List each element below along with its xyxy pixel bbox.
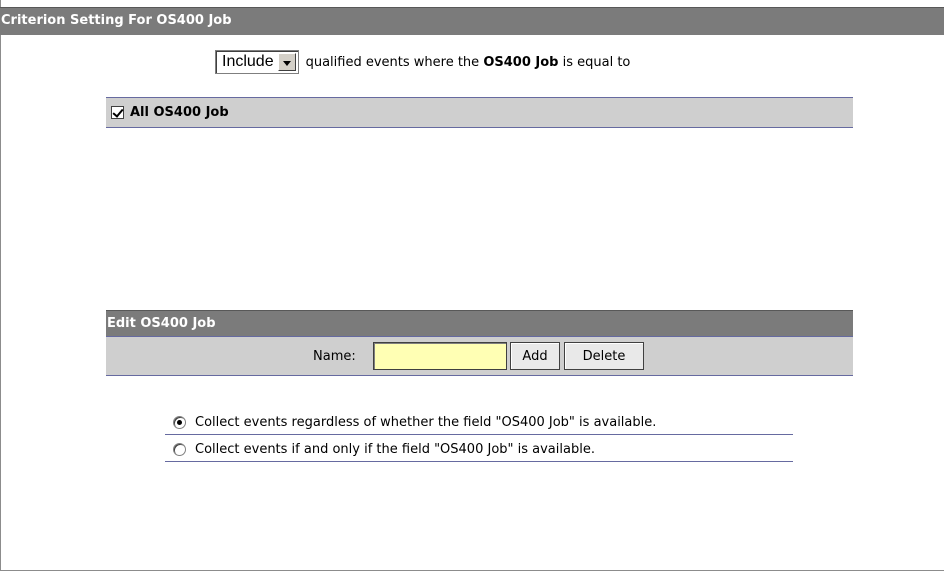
collect-option-only-if[interactable]: Collect events if and only if the field …	[165, 437, 793, 462]
criteria-field-name: OS400 Job	[483, 54, 559, 70]
criteria-sentence: Include qualified events where the OS400…	[215, 50, 630, 74]
collect-option-regardless[interactable]: Collect events regardless of whether the…	[165, 410, 793, 435]
page-title: Criterion Setting For OS400 Job	[0, 7, 944, 35]
operator-select-value: Include	[222, 53, 274, 70]
criteria-text-after: is equal to	[562, 54, 631, 70]
criteria-text: qualified events where the OS400 Job is …	[306, 55, 631, 70]
operator-select[interactable]: Include	[215, 50, 299, 74]
add-button[interactable]: Add	[510, 342, 560, 370]
radio-only-if-label: Collect events if and only if the field …	[195, 441, 595, 457]
edit-row: Name: Add Delete	[106, 336, 853, 376]
name-input[interactable]	[373, 342, 507, 370]
all-checkbox-label: All OS400 Job	[130, 105, 229, 120]
criteria-text-before: qualified events where the	[305, 54, 480, 70]
radio-only-if[interactable]	[173, 442, 186, 456]
value-list-header: All OS400 Job	[106, 97, 853, 128]
all-checkbox[interactable]	[111, 106, 124, 119]
radio-regardless-label: Collect events regardless of whether the…	[195, 414, 657, 430]
radio-regardless[interactable]	[173, 415, 186, 429]
edit-section-header: Edit OS400 Job	[106, 310, 853, 336]
content-frame	[0, 0, 944, 571]
chevron-down-icon[interactable]	[277, 53, 296, 71]
delete-button[interactable]: Delete	[564, 342, 644, 370]
name-label: Name:	[313, 349, 356, 364]
